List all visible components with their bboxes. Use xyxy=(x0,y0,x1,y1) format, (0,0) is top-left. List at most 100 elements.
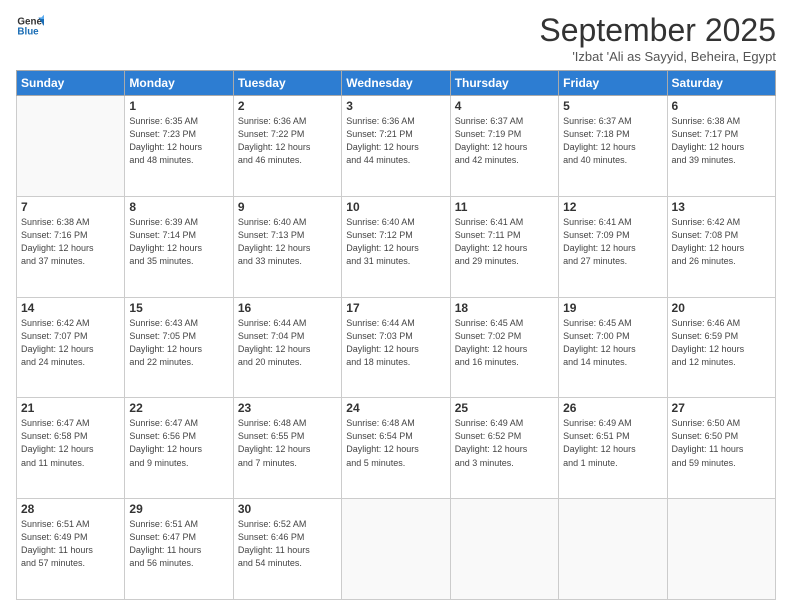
calendar-cell: 7 Sunrise: 6:38 AM Sunset: 7:16 PM Daylig… xyxy=(17,196,125,297)
calendar-cell: 28 Sunrise: 6:51 AM Sunset: 6:49 PM Dayli… xyxy=(17,499,125,600)
title-block: September 2025 'Izbat 'Ali as Sayyid, Be… xyxy=(539,12,776,64)
day-info: Sunrise: 6:36 AM Sunset: 7:22 PM Dayligh… xyxy=(238,115,337,167)
day-number: 13 xyxy=(672,200,771,214)
day-info: Sunrise: 6:46 AM Sunset: 6:59 PM Dayligh… xyxy=(672,317,771,369)
day-info: Sunrise: 6:35 AM Sunset: 7:23 PM Dayligh… xyxy=(129,115,228,167)
month-title: September 2025 xyxy=(539,12,776,49)
calendar-header-tuesday: Tuesday xyxy=(233,71,341,96)
calendar-cell: 19Sunrise: 6:45 AM Sunset: 7:00 PM Dayli… xyxy=(559,297,667,398)
day-number: 26 xyxy=(563,401,662,415)
day-number: 11 xyxy=(455,200,554,214)
day-number: 28 xyxy=(21,502,120,516)
day-info: Sunrise: 6:38 AM Sunset: 7:17 PM Dayligh… xyxy=(672,115,771,167)
calendar-table: SundayMondayTuesdayWednesdayThursdayFrid… xyxy=(16,70,776,600)
calendar-cell: 8 Sunrise: 6:39 AM Sunset: 7:14 PM Daylig… xyxy=(125,196,233,297)
day-number: 4 xyxy=(455,99,554,113)
day-number: 3 xyxy=(346,99,445,113)
calendar-cell: 11Sunrise: 6:41 AM Sunset: 7:11 PM Dayli… xyxy=(450,196,558,297)
day-info: Sunrise: 6:39 AM Sunset: 7:14 PM Dayligh… xyxy=(129,216,228,268)
calendar-header-wednesday: Wednesday xyxy=(342,71,450,96)
page: General Blue September 2025 'Izbat 'Ali … xyxy=(0,0,792,612)
day-number: 24 xyxy=(346,401,445,415)
calendar-cell: 1Sunrise: 6:35 AM Sunset: 7:23 PM Daylig… xyxy=(125,96,233,197)
calendar-cell: 5 Sunrise: 6:37 AM Sunset: 7:18 PM Daylig… xyxy=(559,96,667,197)
calendar-cell: 30 Sunrise: 6:52 AM Sunset: 6:46 PM Dayli… xyxy=(233,499,341,600)
calendar-header-friday: Friday xyxy=(559,71,667,96)
day-info: Sunrise: 6:42 AM Sunset: 7:07 PM Dayligh… xyxy=(21,317,120,369)
calendar-header-sunday: Sunday xyxy=(17,71,125,96)
calendar-cell: 3 Sunrise: 6:36 AM Sunset: 7:21 PM Daylig… xyxy=(342,96,450,197)
day-number: 16 xyxy=(238,301,337,315)
calendar-week-row: 7 Sunrise: 6:38 AM Sunset: 7:16 PM Daylig… xyxy=(17,196,776,297)
calendar-week-row: 14Sunrise: 6:42 AM Sunset: 7:07 PM Dayli… xyxy=(17,297,776,398)
calendar-week-row: 21 Sunrise: 6:47 AM Sunset: 6:58 PM Dayli… xyxy=(17,398,776,499)
day-info: Sunrise: 6:41 AM Sunset: 7:09 PM Dayligh… xyxy=(563,216,662,268)
day-info: Sunrise: 6:43 AM Sunset: 7:05 PM Dayligh… xyxy=(129,317,228,369)
day-info: Sunrise: 6:51 AM Sunset: 6:49 PM Dayligh… xyxy=(21,518,120,570)
day-number: 15 xyxy=(129,301,228,315)
day-info: Sunrise: 6:51 AM Sunset: 6:47 PM Dayligh… xyxy=(129,518,228,570)
day-number: 22 xyxy=(129,401,228,415)
day-info: Sunrise: 6:40 AM Sunset: 7:13 PM Dayligh… xyxy=(238,216,337,268)
day-number: 30 xyxy=(238,502,337,516)
calendar-cell: 24 Sunrise: 6:48 AM Sunset: 6:54 PM Dayli… xyxy=(342,398,450,499)
day-number: 23 xyxy=(238,401,337,415)
day-number: 5 xyxy=(563,99,662,113)
calendar-cell: 12 Sunrise: 6:41 AM Sunset: 7:09 PM Dayli… xyxy=(559,196,667,297)
day-number: 25 xyxy=(455,401,554,415)
day-number: 10 xyxy=(346,200,445,214)
day-info: Sunrise: 6:37 AM Sunset: 7:18 PM Dayligh… xyxy=(563,115,662,167)
day-info: Sunrise: 6:47 AM Sunset: 6:56 PM Dayligh… xyxy=(129,417,228,469)
day-number: 9 xyxy=(238,200,337,214)
calendar-cell xyxy=(342,499,450,600)
day-info: Sunrise: 6:50 AM Sunset: 6:50 PM Dayligh… xyxy=(672,417,771,469)
calendar-cell: 29 Sunrise: 6:51 AM Sunset: 6:47 PM Dayli… xyxy=(125,499,233,600)
header: General Blue September 2025 'Izbat 'Ali … xyxy=(16,12,776,64)
calendar-cell xyxy=(667,499,775,600)
day-number: 18 xyxy=(455,301,554,315)
day-number: 12 xyxy=(563,200,662,214)
calendar-cell: 27 Sunrise: 6:50 AM Sunset: 6:50 PM Dayli… xyxy=(667,398,775,499)
calendar-cell: 23 Sunrise: 6:48 AM Sunset: 6:55 PM Dayli… xyxy=(233,398,341,499)
day-number: 17 xyxy=(346,301,445,315)
calendar-cell: 16Sunrise: 6:44 AM Sunset: 7:04 PM Dayli… xyxy=(233,297,341,398)
calendar-cell: 15 Sunrise: 6:43 AM Sunset: 7:05 PM Dayli… xyxy=(125,297,233,398)
day-info: Sunrise: 6:36 AM Sunset: 7:21 PM Dayligh… xyxy=(346,115,445,167)
day-info: Sunrise: 6:52 AM Sunset: 6:46 PM Dayligh… xyxy=(238,518,337,570)
day-number: 7 xyxy=(21,200,120,214)
calendar-week-row: 28 Sunrise: 6:51 AM Sunset: 6:49 PM Dayli… xyxy=(17,499,776,600)
day-info: Sunrise: 6:48 AM Sunset: 6:54 PM Dayligh… xyxy=(346,417,445,469)
day-number: 29 xyxy=(129,502,228,516)
day-number: 27 xyxy=(672,401,771,415)
calendar-cell: 9 Sunrise: 6:40 AM Sunset: 7:13 PM Daylig… xyxy=(233,196,341,297)
calendar-cell xyxy=(17,96,125,197)
calendar-cell: 18 Sunrise: 6:45 AM Sunset: 7:02 PM Dayli… xyxy=(450,297,558,398)
svg-text:Blue: Blue xyxy=(17,26,39,37)
calendar-cell xyxy=(559,499,667,600)
day-info: Sunrise: 6:48 AM Sunset: 6:55 PM Dayligh… xyxy=(238,417,337,469)
calendar-header-monday: Monday xyxy=(125,71,233,96)
calendar-cell xyxy=(450,499,558,600)
day-number: 20 xyxy=(672,301,771,315)
calendar-header-row: SundayMondayTuesdayWednesdayThursdayFrid… xyxy=(17,71,776,96)
day-info: Sunrise: 6:47 AM Sunset: 6:58 PM Dayligh… xyxy=(21,417,120,469)
calendar-cell: 13 Sunrise: 6:42 AM Sunset: 7:08 PM Dayli… xyxy=(667,196,775,297)
day-info: Sunrise: 6:49 AM Sunset: 6:51 PM Dayligh… xyxy=(563,417,662,469)
day-number: 6 xyxy=(672,99,771,113)
calendar-cell: 26 Sunrise: 6:49 AM Sunset: 6:51 PM Dayli… xyxy=(559,398,667,499)
day-info: Sunrise: 6:45 AM Sunset: 7:02 PM Dayligh… xyxy=(455,317,554,369)
calendar-cell: 6 Sunrise: 6:38 AM Sunset: 7:17 PM Daylig… xyxy=(667,96,775,197)
day-info: Sunrise: 6:40 AM Sunset: 7:12 PM Dayligh… xyxy=(346,216,445,268)
calendar-cell: 4Sunrise: 6:37 AM Sunset: 7:19 PM Daylig… xyxy=(450,96,558,197)
calendar-cell: 14Sunrise: 6:42 AM Sunset: 7:07 PM Dayli… xyxy=(17,297,125,398)
day-info: Sunrise: 6:42 AM Sunset: 7:08 PM Dayligh… xyxy=(672,216,771,268)
day-number: 19 xyxy=(563,301,662,315)
day-number: 8 xyxy=(129,200,228,214)
subtitle: 'Izbat 'Ali as Sayyid, Beheira, Egypt xyxy=(539,49,776,64)
calendar-cell: 21 Sunrise: 6:47 AM Sunset: 6:58 PM Dayli… xyxy=(17,398,125,499)
day-number: 21 xyxy=(21,401,120,415)
day-number: 2 xyxy=(238,99,337,113)
day-info: Sunrise: 6:38 AM Sunset: 7:16 PM Dayligh… xyxy=(21,216,120,268)
logo-icon: General Blue xyxy=(16,12,44,40)
calendar-cell: 20 Sunrise: 6:46 AM Sunset: 6:59 PM Dayli… xyxy=(667,297,775,398)
